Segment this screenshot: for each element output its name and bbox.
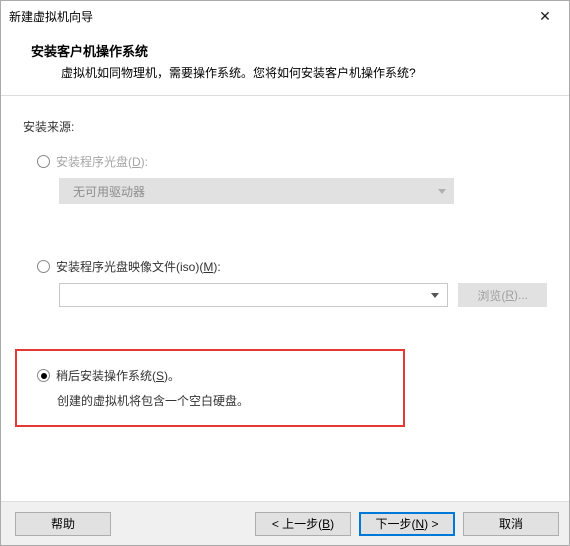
iso-row: 浏览(R)... — [59, 283, 547, 307]
browse-button[interactable]: 浏览(R)... — [458, 283, 547, 307]
radio-iso-row[interactable]: 安装程序光盘映像文件(iso)(M): — [37, 258, 547, 275]
header-title: 安装客户机操作系统 — [31, 41, 549, 60]
radio-later[interactable] — [37, 369, 50, 382]
radio-disc-label: 安装程序光盘(D): — [56, 153, 148, 170]
disc-drive-dropdown[interactable]: 无可用驱动器 — [59, 178, 454, 204]
disc-drive-text: 无可用驱动器 — [73, 183, 438, 200]
titlebar: 新建虚拟机向导 ✕ — [1, 1, 569, 31]
close-button[interactable]: ✕ — [523, 2, 567, 30]
radio-later-row[interactable]: 稍后安装操作系统(S)。 — [37, 367, 385, 384]
wizard-footer: 帮助 < 上一步(B) 下一步(N) > 取消 — [1, 501, 569, 545]
radio-disc-row[interactable]: 安装程序光盘(D): — [37, 153, 547, 170]
radio-iso[interactable] — [37, 260, 50, 273]
radio-disc[interactable] — [37, 155, 50, 168]
cancel-button[interactable]: 取消 — [463, 512, 559, 536]
install-source-label: 安装来源: — [23, 118, 547, 135]
chevron-down-icon — [438, 189, 446, 194]
chevron-down-icon — [427, 284, 443, 306]
wizard-window: 新建虚拟机向导 ✕ 安装客户机操作系统 虚拟机如同物理机，需要操作系统。您将如何… — [0, 0, 570, 546]
next-button[interactable]: 下一步(N) > — [359, 512, 455, 536]
back-button[interactable]: < 上一步(B) — [255, 512, 351, 536]
later-hint: 创建的虚拟机将包含一个空白硬盘。 — [57, 392, 385, 409]
close-icon: ✕ — [539, 8, 551, 25]
radio-later-label: 稍后安装操作系统(S)。 — [56, 367, 180, 384]
wizard-content: 安装来源: 安装程序光盘(D): 无可用驱动器 安装程序光盘映像文件(iso)(… — [1, 96, 569, 501]
option-disc: 安装程序光盘(D): 无可用驱动器 — [37, 153, 547, 204]
iso-path-combobox[interactable] — [59, 283, 448, 307]
header-subtitle: 虚拟机如同物理机，需要操作系统。您将如何安装客户机操作系统? — [61, 64, 549, 81]
option-iso: 安装程序光盘映像文件(iso)(M): 浏览(R)... — [37, 258, 547, 307]
help-button[interactable]: 帮助 — [15, 512, 111, 536]
wizard-header: 安装客户机操作系统 虚拟机如同物理机，需要操作系统。您将如何安装客户机操作系统? — [1, 31, 569, 96]
window-title: 新建虚拟机向导 — [9, 8, 523, 25]
option-later-highlight: 稍后安装操作系统(S)。 创建的虚拟机将包含一个空白硬盘。 — [15, 349, 405, 427]
radio-iso-label: 安装程序光盘映像文件(iso)(M): — [56, 258, 221, 275]
